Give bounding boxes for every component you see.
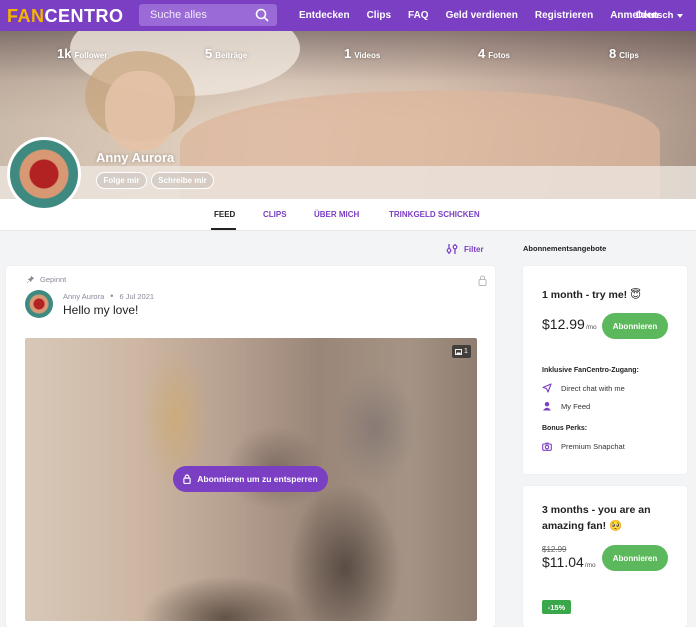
message-button[interactable]: Schreibe mir bbox=[151, 172, 214, 189]
stat-number: 1k bbox=[57, 46, 72, 61]
cover-face-shape bbox=[105, 71, 175, 151]
price-period: /mo bbox=[585, 324, 597, 331]
nav-links: Entdecken Clips FAQ Geld verdienen Regis… bbox=[299, 0, 676, 31]
top-nav: FANCENTRO Entdecken Clips FAQ Geld verdi… bbox=[0, 0, 696, 31]
follow-button[interactable]: Folge mir bbox=[96, 172, 147, 189]
subscribe-button[interactable]: Abonnieren bbox=[602, 545, 668, 571]
tab-clips[interactable]: CLIPS bbox=[263, 210, 287, 219]
tab-about[interactable]: ÜBER MICH bbox=[314, 210, 359, 219]
feature-direct-chat: Direct chat with me bbox=[542, 383, 625, 393]
stat-posts[interactable]: 5 Beiträge bbox=[205, 45, 247, 63]
camera-icon bbox=[542, 442, 552, 451]
pin-icon bbox=[26, 275, 35, 284]
subscribe-button[interactable]: Abonnieren bbox=[602, 313, 668, 339]
subscription-heading: Abonnementsangebote bbox=[523, 244, 607, 253]
stat-followers[interactable]: 1k Follower bbox=[57, 45, 107, 63]
price-value: $11.04 bbox=[542, 554, 584, 570]
stat-label: Beiträge bbox=[215, 51, 248, 60]
plan-price: $12.99/mo bbox=[542, 316, 597, 332]
active-tab-indicator bbox=[211, 228, 236, 230]
plan-title-line1: 3 months - you are an bbox=[542, 504, 651, 516]
pinned-label: Gepinnt bbox=[40, 275, 67, 284]
feed-icon bbox=[543, 402, 551, 411]
pinned-indicator: Gepinnt bbox=[26, 275, 66, 284]
stat-number: 8 bbox=[609, 46, 617, 61]
feature-my-feed: My Feed bbox=[542, 401, 590, 411]
post-avatar[interactable] bbox=[25, 290, 53, 318]
feature-label: Direct chat with me bbox=[561, 383, 625, 393]
feature-label: My Feed bbox=[561, 401, 591, 411]
meta-separator: • bbox=[110, 291, 114, 301]
plan-old-price: $12.99 bbox=[542, 545, 567, 554]
search-icon[interactable] bbox=[255, 8, 269, 22]
stat-label: Videos bbox=[354, 51, 381, 60]
plan-title-line2: amazing fan! 🥺 bbox=[542, 520, 623, 532]
unlock-label: Abonnieren um zu entsperren bbox=[197, 474, 318, 484]
subscription-plan-3-months: 3 months - you are an amazing fan! 🥺 $12… bbox=[523, 486, 687, 627]
send-icon bbox=[542, 383, 552, 393]
feature-premium-snapchat: Premium Snapchat bbox=[542, 442, 625, 451]
tab-tip[interactable]: TRINKGELD SCHICKEN bbox=[389, 210, 480, 219]
media-count-badge: 1 bbox=[452, 345, 471, 358]
price-period: /mo bbox=[584, 562, 596, 569]
post-meta: Anny Aurora • 6 Jul 2021 bbox=[63, 291, 154, 301]
stat-number: 4 bbox=[478, 46, 486, 61]
chevron-down-icon bbox=[677, 13, 684, 18]
post-author[interactable]: Anny Aurora bbox=[63, 292, 104, 301]
nav-link-faq[interactable]: FAQ bbox=[408, 10, 429, 21]
plan-title: 1 month - try me! 😇 bbox=[542, 289, 642, 301]
lock-icon bbox=[183, 474, 191, 484]
post-text: Hello my love! bbox=[63, 303, 139, 317]
profile-name: Anny Aurora bbox=[96, 150, 175, 165]
discount-badge: -15% bbox=[542, 600, 571, 614]
nav-link-geld-verdienen[interactable]: Geld verdienen bbox=[446, 10, 518, 21]
fancentro-logo[interactable]: FANCENTRO bbox=[7, 6, 124, 27]
lock-icon bbox=[478, 275, 487, 286]
stat-videos[interactable]: 1 Videos bbox=[344, 45, 380, 63]
price-value: $12.99 bbox=[542, 316, 585, 332]
search-input[interactable] bbox=[150, 9, 250, 21]
stat-clips[interactable]: 8 Clips bbox=[609, 45, 639, 63]
nav-link-registrieren[interactable]: Registrieren bbox=[535, 10, 593, 21]
avatar[interactable] bbox=[7, 137, 81, 211]
stat-photos[interactable]: 4 Fotos bbox=[478, 45, 510, 63]
search-box bbox=[139, 4, 277, 26]
nav-link-clips[interactable]: Clips bbox=[367, 10, 391, 21]
filter-label: Filter bbox=[464, 244, 484, 254]
stat-label: Follower bbox=[74, 51, 108, 60]
logo-fan-text: FAN bbox=[7, 6, 45, 26]
includes-label: Inklusive FanCentro-Zugang: bbox=[542, 367, 639, 374]
filter-button[interactable]: Filter bbox=[446, 243, 484, 255]
feature-label: Premium Snapchat bbox=[561, 442, 625, 451]
profile-stats: 1k Follower 5 Beiträge 1 Videos 4 Fotos 8 Cli… bbox=[0, 45, 696, 65]
plan-price: $11.04/mo bbox=[542, 554, 596, 570]
subscription-plan-1-month: 1 month - try me! 😇 $12.99/mo Abonnieren… bbox=[523, 266, 687, 474]
locked-media[interactable]: 1 Abonnieren um zu entsperren bbox=[25, 338, 477, 621]
feed-post: Gepinnt Anny Aurora • 6 Jul 2021 Hello m… bbox=[6, 266, 495, 627]
post-date: 6 Jul 2021 bbox=[119, 291, 155, 301]
subscribe-to-unlock-button[interactable]: Abonnieren um zu entsperren bbox=[173, 466, 328, 492]
logo-centro-text: CENTRO bbox=[44, 6, 124, 26]
image-icon bbox=[455, 348, 462, 355]
bonus-perks-label: Bonus Perks: bbox=[542, 425, 588, 432]
nav-link-entdecken[interactable]: Entdecken bbox=[299, 10, 350, 21]
filter-icon bbox=[446, 244, 458, 254]
language-label: Deutsch bbox=[636, 10, 674, 21]
stat-number: 1 bbox=[344, 46, 352, 61]
stat-label: Fotos bbox=[488, 51, 511, 60]
stat-label: Clips bbox=[619, 51, 639, 60]
profile-tabs: FEED CLIPS ÜBER MICH TRINKGELD SCHICKEN bbox=[0, 199, 696, 231]
stat-number: 5 bbox=[205, 46, 213, 61]
media-count: 1 bbox=[464, 348, 468, 355]
tab-feed[interactable]: FEED bbox=[214, 210, 235, 219]
language-selector[interactable]: Deutsch bbox=[636, 10, 684, 21]
